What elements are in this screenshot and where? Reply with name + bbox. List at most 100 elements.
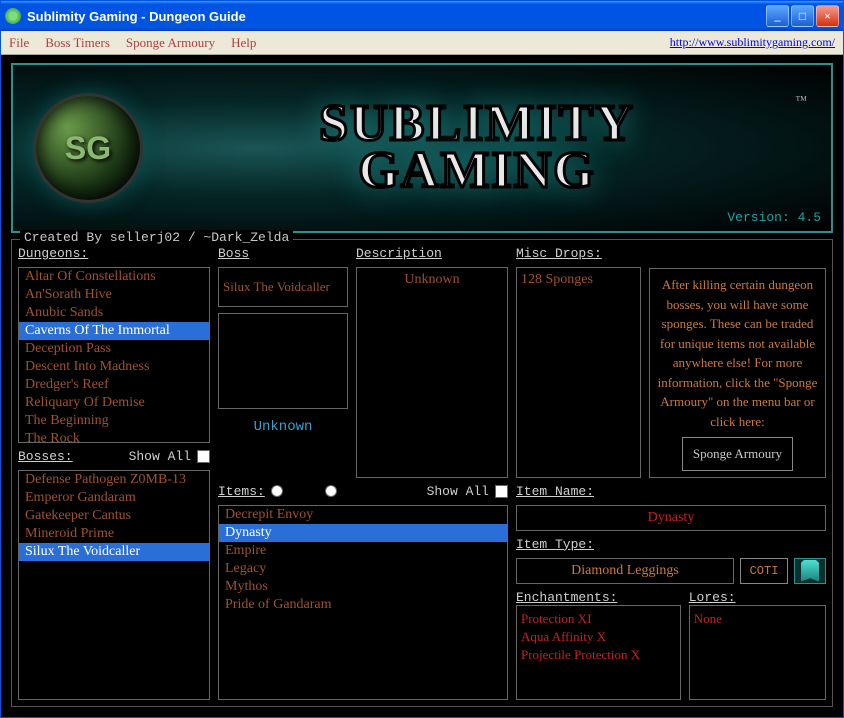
miscdrops-box: 128 Sponges <box>516 267 641 478</box>
bosses-listbox[interactable]: Defense Pathogen Z0MB-13Emperor Gandaram… <box>18 470 210 700</box>
list-item[interactable]: Legacy <box>219 560 507 578</box>
list-item[interactable]: Mineroid Prime <box>19 525 209 543</box>
list-item[interactable]: Dynasty <box>219 524 507 542</box>
website-link[interactable]: http://www.sublimitygaming.com/ <box>670 35 835 50</box>
description-label: Description <box>356 246 508 261</box>
coti-button[interactable]: COTI <box>740 558 788 584</box>
dungeons-label: Dungeons: <box>18 246 210 261</box>
enchantments-label: Enchantments: <box>516 590 681 605</box>
sponge-info-column: After killing certain dungeon bosses, yo… <box>649 246 826 478</box>
list-item[interactable]: Defense Pathogen Z0MB-13 <box>19 471 209 489</box>
app-icon <box>5 8 21 24</box>
brand-logo-icon: SG <box>33 93 143 203</box>
boss-name-value: Silux The Voidcaller <box>223 279 330 295</box>
window-title: Sublimity Gaming - Dungeon Guide <box>27 9 766 24</box>
boss-image-caption: Unknown <box>218 419 348 435</box>
miscdrops-label: Misc Drops: <box>516 246 641 261</box>
boss-image-box <box>218 313 348 409</box>
lores-list: None <box>689 605 826 701</box>
banner: SG SUBLIMITY GAMING ™ Version: 4.5 <box>11 63 833 233</box>
list-item[interactable]: Decrepit Envoy <box>219 506 507 524</box>
items-showall-label: Show All <box>427 484 489 499</box>
list-item[interactable]: Aqua Affinity X <box>521 628 676 646</box>
list-item[interactable]: None <box>694 610 821 628</box>
item-name-box: Dynasty <box>516 505 826 531</box>
items-column: Items: Show All Decrepit EnvoyDynastyEmp… <box>218 484 508 701</box>
window-controls: _ □ × <box>766 5 839 27</box>
items-listbox[interactable]: Decrepit EnvoyDynastyEmpireLegacyMythosP… <box>218 505 508 701</box>
items-filter-radio-1[interactable] <box>271 485 283 497</box>
item-type-value: Diamond Leggings <box>571 563 679 578</box>
list-item[interactable]: Gatekeeper Cantus <box>19 507 209 525</box>
item-name-label: Item Name: <box>516 484 826 499</box>
list-item[interactable]: Altar Of Constellations <box>19 268 209 286</box>
item-type-row: Diamond Leggings COTI <box>516 558 826 584</box>
lores-column: Lores: None <box>689 590 826 701</box>
bosses-header-row: Bosses: Show All <box>18 449 210 464</box>
lores-label: Lores: <box>689 590 826 605</box>
minimize-button[interactable]: _ <box>766 5 789 27</box>
list-item[interactable]: Silux The Voidcaller <box>19 543 209 561</box>
brand-line1: SUBLIMITY <box>143 101 811 148</box>
list-item[interactable]: The Rock <box>19 430 209 443</box>
client-area: SG SUBLIMITY GAMING ™ Version: 4.5 Creat… <box>1 55 843 717</box>
items-showall-checkbox[interactable] <box>495 485 508 498</box>
boss-detail-column: Boss Silux The Voidcaller Unknown <box>218 246 348 478</box>
item-name-value: Dynasty <box>648 510 695 525</box>
description-value: Unknown <box>404 272 459 287</box>
items-label: Items: <box>218 484 265 499</box>
items-filter-radio-2[interactable] <box>325 485 337 497</box>
trademark-symbol: ™ <box>795 93 807 108</box>
list-item[interactable]: Deception Pass <box>19 340 209 358</box>
list-item[interactable]: Dredger's Reef <box>19 376 209 394</box>
list-item[interactable]: Empire <box>219 542 507 560</box>
item-icon-box <box>794 558 826 584</box>
menu-boss-timers[interactable]: Boss Timers <box>45 35 110 51</box>
list-item[interactable]: Protection XI <box>521 610 676 628</box>
menu-sponge-armoury[interactable]: Sponge Armoury <box>126 35 215 51</box>
item-type-box: Diamond Leggings <box>516 558 734 584</box>
maximize-button[interactable]: □ <box>791 5 814 27</box>
brand-wordmark: SUBLIMITY GAMING <box>143 101 811 195</box>
list-item[interactable]: Reliquary Of Demise <box>19 394 209 412</box>
list-item[interactable]: Descent Into Madness <box>19 358 209 376</box>
miscdrops-column: Misc Drops: 128 Sponges <box>516 246 641 478</box>
app-window: Sublimity Gaming - Dungeon Guide _ □ × F… <box>0 0 844 718</box>
enchantments-column: Enchantments: Protection XIAqua Affinity… <box>516 590 681 701</box>
menubar: File Boss Timers Sponge Armoury Help htt… <box>1 31 843 55</box>
menu-help[interactable]: Help <box>231 35 256 51</box>
brand-line2: GAMING <box>143 148 811 195</box>
list-item[interactable]: Pride of Gandaram <box>219 596 507 614</box>
list-item[interactable]: The Beginning <box>19 412 209 430</box>
version-label: Version: 4.5 <box>727 210 821 225</box>
sponge-armoury-button[interactable]: Sponge Armoury <box>682 437 793 471</box>
enchantments-list: Protection XIAqua Affinity XProjectile P… <box>516 605 681 701</box>
main-panel: Created By sellerj02 / ~Dark_Zelda Dunge… <box>11 239 833 707</box>
bosses-showall-checkbox[interactable] <box>197 450 210 463</box>
sponge-info-text: After killing certain dungeon bosses, yo… <box>658 277 818 429</box>
list-item[interactable]: Caverns Of The Immortal <box>19 322 209 340</box>
item-type-label: Item Type: <box>516 537 826 552</box>
list-item[interactable]: An'Sorath Hive <box>19 286 209 304</box>
close-button[interactable]: × <box>816 5 839 27</box>
bosses-showall-label: Show All <box>129 449 191 464</box>
list-item[interactable]: Mythos <box>219 578 507 596</box>
description-column: Description Unknown <box>356 246 508 478</box>
boss-label: Boss <box>218 246 348 261</box>
bosses-label: Bosses: <box>18 449 73 464</box>
ench-lore-row: Enchantments: Protection XIAqua Affinity… <box>516 590 826 701</box>
titlebar: Sublimity Gaming - Dungeon Guide _ □ × <box>1 1 843 31</box>
middle-area: Boss Silux The Voidcaller Unknown Descri… <box>218 246 826 700</box>
miscdrops-value: 128 Sponges <box>521 272 593 287</box>
leggings-icon <box>801 560 819 582</box>
item-detail-column: Item Name: Dynasty Item Type: Diamond Le… <box>516 484 826 701</box>
dungeons-listbox[interactable]: Altar Of ConstellationsAn'Sorath HiveAnu… <box>18 267 210 443</box>
list-item[interactable]: Anubic Sands <box>19 304 209 322</box>
boss-name-box: Silux The Voidcaller <box>218 267 348 307</box>
description-box: Unknown <box>356 267 508 478</box>
menu-file[interactable]: File <box>9 35 29 51</box>
sponge-info-box: After killing certain dungeon bosses, yo… <box>649 268 826 478</box>
list-item[interactable]: Projectile Protection X <box>521 646 676 664</box>
list-item[interactable]: Emperor Gandaram <box>19 489 209 507</box>
left-column: Dungeons: Altar Of ConstellationsAn'Sora… <box>18 246 210 700</box>
